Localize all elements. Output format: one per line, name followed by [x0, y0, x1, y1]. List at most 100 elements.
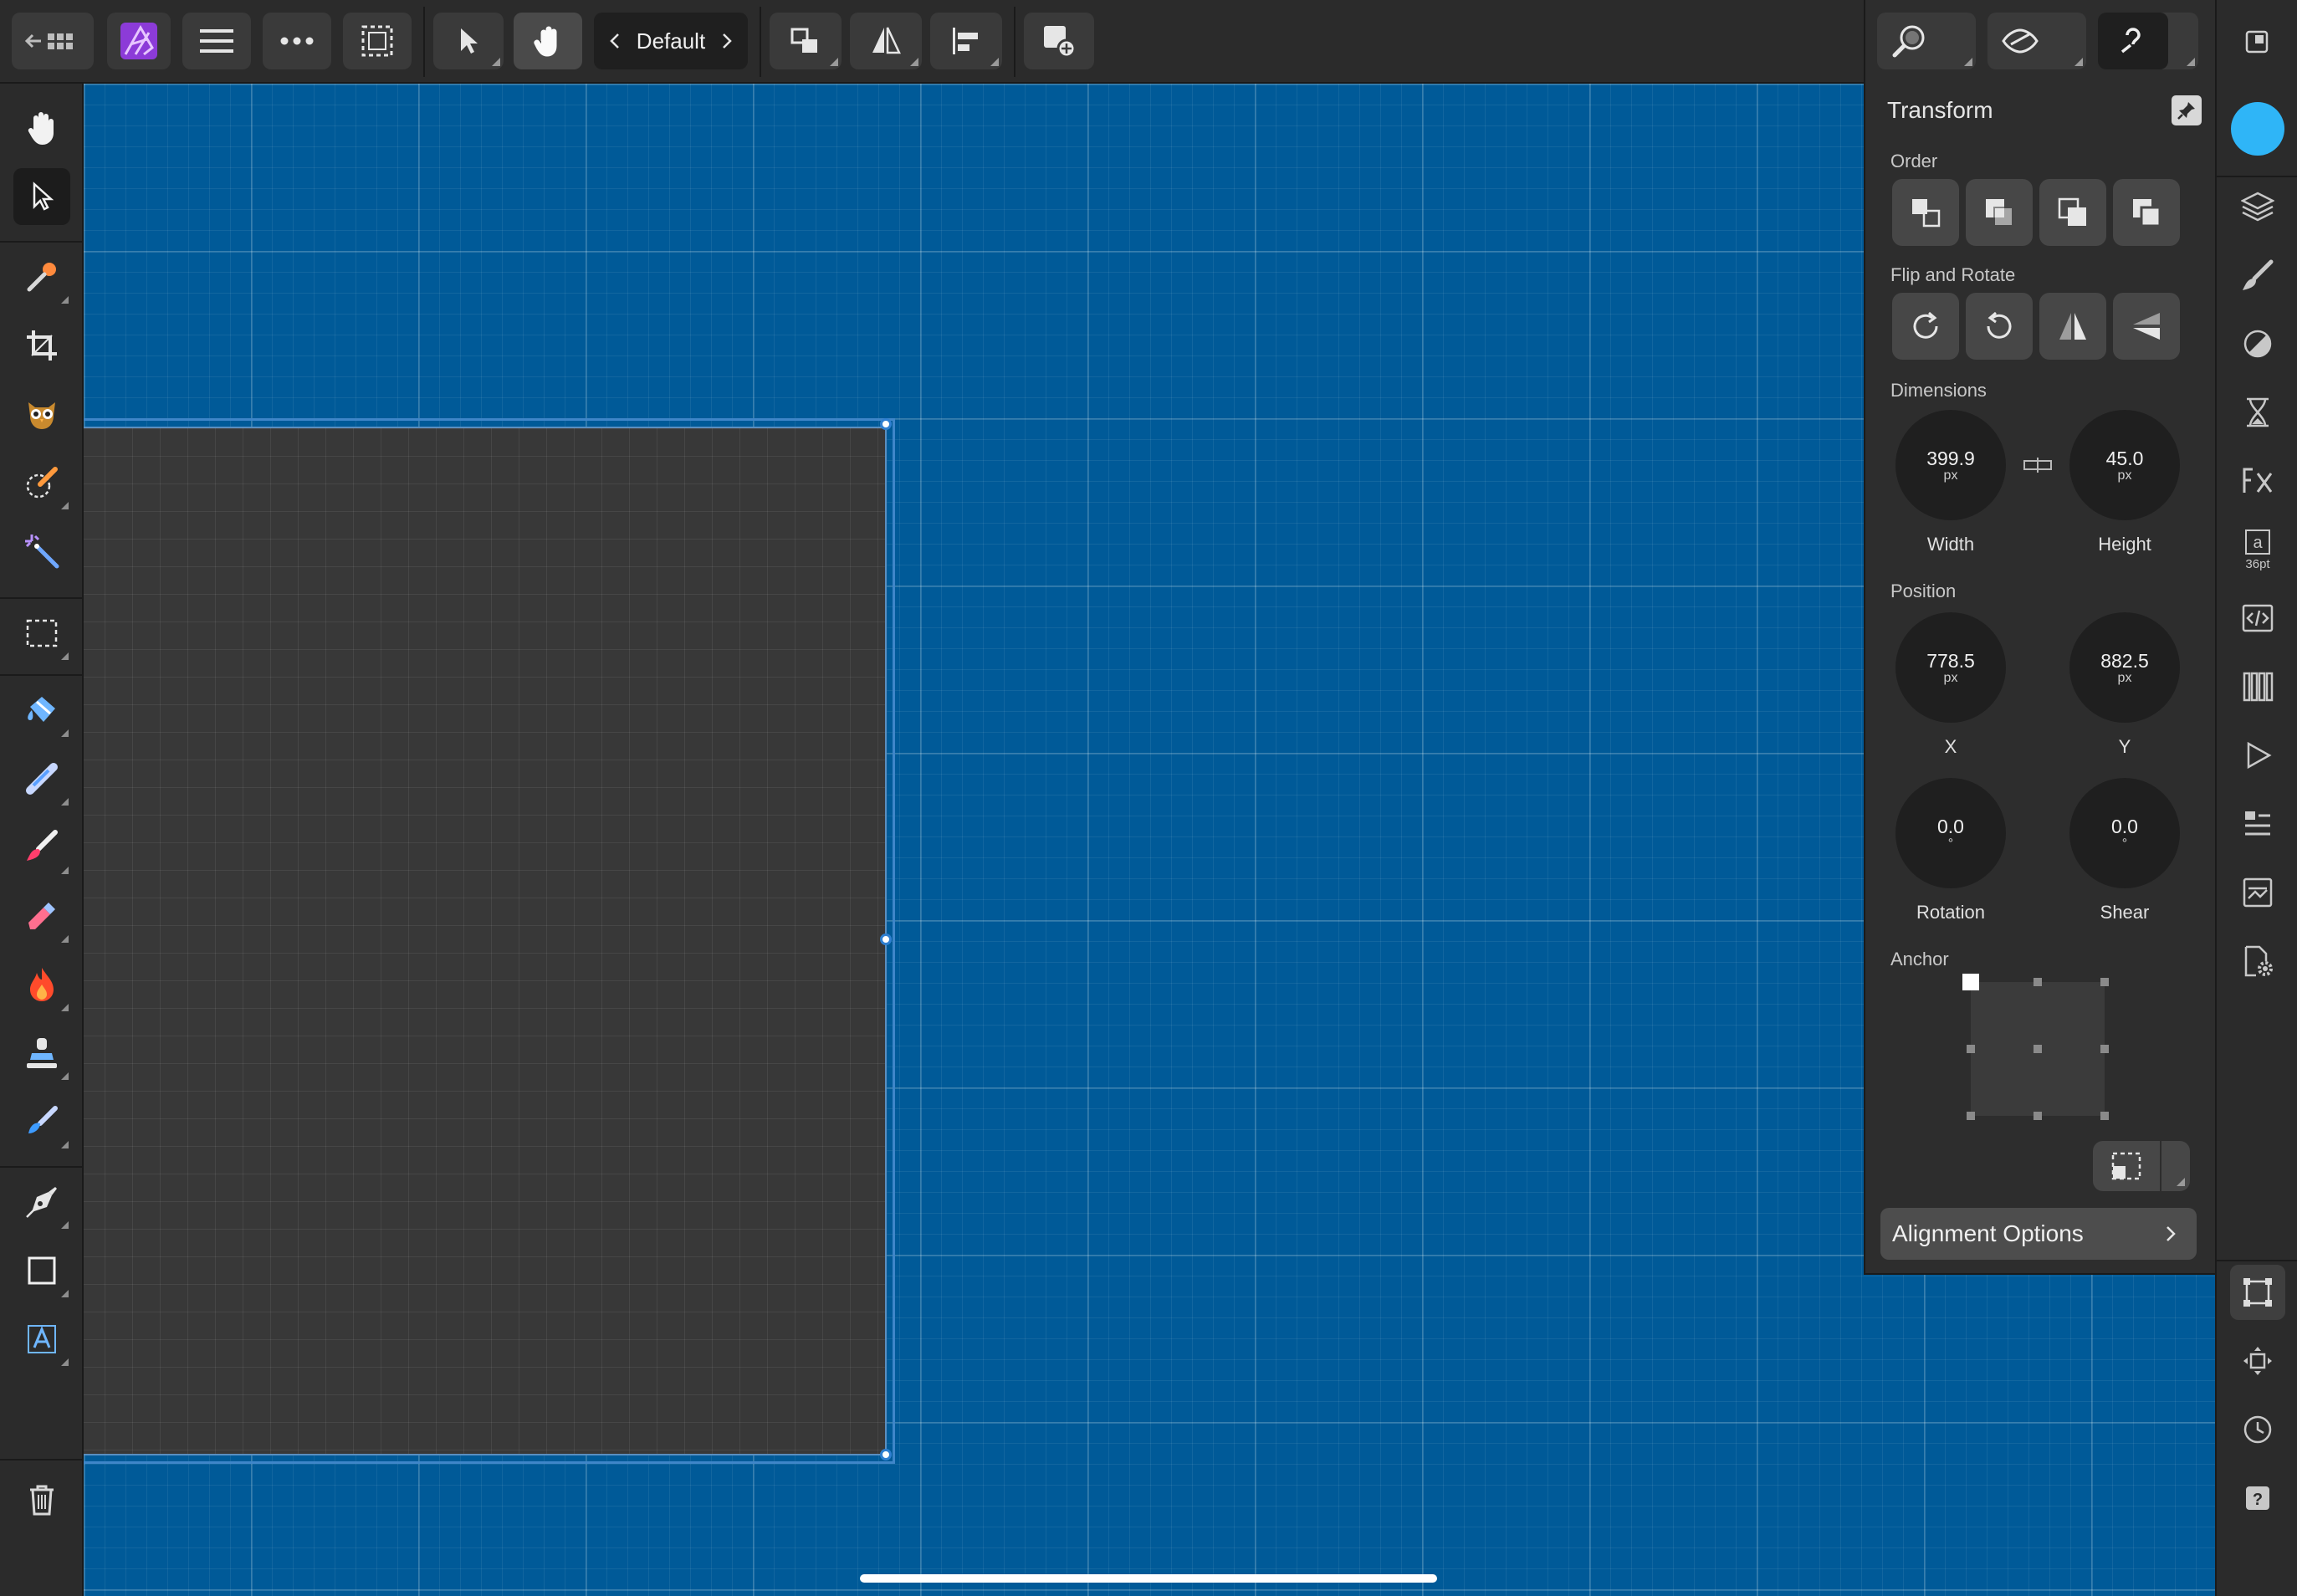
erase-brush-tool[interactable]: [13, 888, 70, 944]
channels-panel-button[interactable]: [2230, 659, 2285, 714]
align-button[interactable]: [930, 13, 1002, 69]
styles-panel-button[interactable]: [2230, 796, 2285, 852]
move-to-back-button[interactable]: [1892, 179, 1959, 246]
home-indicator[interactable]: [860, 1574, 1437, 1583]
chevron-left-icon[interactable]: [609, 32, 621, 50]
x-dial[interactable]: 778.5 px: [1895, 612, 2006, 723]
erase-icon: [28, 903, 55, 929]
paint-brush-tool[interactable]: [13, 819, 70, 876]
help-icon: ?: [2246, 1486, 2269, 1510]
transform-arrows-button[interactable]: [2230, 1333, 2285, 1389]
selected-rectangle-layer[interactable]: [84, 427, 887, 1455]
hand-tool[interactable]: [13, 100, 70, 156]
rotate-anticlockwise-button[interactable]: [1966, 293, 2033, 360]
delete-button[interactable]: [13, 1471, 70, 1528]
more-button[interactable]: [263, 13, 331, 69]
adjustments-panel-button[interactable]: [2230, 316, 2285, 371]
chevron-right-icon[interactable]: [721, 32, 733, 50]
width-dial[interactable]: 399.9 px: [1895, 410, 2006, 520]
anchor-point-left[interactable]: [1967, 1045, 1975, 1053]
y-value: 882.5: [2100, 650, 2149, 672]
rotation-dial[interactable]: 0.0 °: [1895, 778, 2006, 888]
pen-tool[interactable]: [13, 1174, 70, 1230]
document-settings-button[interactable]: [2230, 934, 2285, 989]
rectangle-tool[interactable]: [13, 1242, 70, 1299]
persona-label: Default: [636, 28, 706, 54]
clone-brush-tool[interactable]: [13, 1025, 70, 1082]
height-dial[interactable]: 45.0 px: [2069, 410, 2180, 520]
app-menu-button[interactable]: [107, 13, 171, 69]
zoom-button[interactable]: [1877, 13, 1976, 69]
back-to-gallery-button[interactable]: [12, 13, 94, 69]
aspect-lock-button[interactable]: [2023, 453, 2053, 477]
assistant-button[interactable]: [2098, 13, 2198, 69]
flip-vertical-icon: [2133, 313, 2160, 340]
brushes-panel-button[interactable]: [2230, 248, 2285, 303]
paint-mixer-tool[interactable]: [13, 750, 70, 807]
arrange-button[interactable]: [770, 13, 842, 69]
persona-switcher[interactable]: Default: [594, 13, 748, 69]
smudge-brush-tool[interactable]: [13, 1093, 70, 1150]
anchor-point-bottom-left[interactable]: [1967, 1112, 1975, 1120]
selection-mode-button[interactable]: [343, 13, 412, 69]
artistic-text-tool[interactable]: [13, 1311, 70, 1368]
y-dial[interactable]: 882.5 px: [2069, 612, 2180, 723]
pin-panel-button[interactable]: [2172, 95, 2202, 125]
add-layer-button[interactable]: [1024, 13, 1094, 69]
main-menu-button[interactable]: [182, 13, 251, 69]
liquify-persona-tool[interactable]: [13, 386, 70, 442]
window-toggle-button[interactable]: [2215, 0, 2297, 84]
channels-icon: [2243, 672, 2274, 702]
x-label: X: [1944, 736, 1957, 757]
artistic-text-icon: [28, 1325, 56, 1353]
navigator-panel-button[interactable]: [2230, 865, 2285, 920]
anchor-point-right[interactable]: [2100, 1045, 2109, 1053]
move-mode-button[interactable]: [433, 13, 504, 69]
color-picker-tool[interactable]: [13, 248, 70, 305]
flip-horizontal-button[interactable]: [2039, 293, 2106, 360]
view-mode-button[interactable]: [1987, 13, 2086, 69]
anchor-mode-button[interactable]: [2093, 1141, 2190, 1191]
shear-dial[interactable]: 0.0 °: [2069, 778, 2180, 888]
resize-handle-top-right[interactable]: [880, 418, 892, 430]
history-button[interactable]: [2230, 1402, 2285, 1457]
rotate-clockwise-button[interactable]: [1892, 293, 1959, 360]
anchor-point-top-right[interactable]: [2100, 978, 2109, 986]
crop-icon: [27, 330, 57, 361]
alignment-options-button[interactable]: Alignment Options: [1880, 1208, 2197, 1260]
flood-fill-tool[interactable]: [13, 682, 70, 739]
marquee-tool[interactable]: [13, 605, 70, 662]
resize-handle-right[interactable]: [880, 934, 892, 945]
selection-brush-tool[interactable]: [13, 454, 70, 511]
move-back-one-button[interactable]: [1966, 179, 2033, 246]
resize-handle-bottom-right[interactable]: [880, 1449, 892, 1460]
help-button[interactable]: ?: [2230, 1471, 2285, 1526]
anchor-point-center[interactable]: [2034, 1045, 2042, 1053]
code-panel-button[interactable]: [2230, 591, 2285, 646]
anchor-point-top[interactable]: [2034, 978, 2042, 986]
macro-panel-button[interactable]: [2230, 728, 2285, 783]
move-to-front-button[interactable]: [2113, 179, 2180, 246]
anchor-selector[interactable]: [1962, 974, 2109, 1120]
anchor-point-bottom[interactable]: [2034, 1112, 2042, 1120]
primary-colour-swatch[interactable]: [2231, 102, 2284, 156]
move-forward-one-button[interactable]: [2039, 179, 2106, 246]
assistant-toggle[interactable]: [2098, 13, 2168, 69]
transform-panel-button[interactable]: [2230, 1265, 2285, 1320]
touch-mode-button[interactable]: [514, 13, 582, 69]
character-panel-button[interactable]: a 36pt: [2230, 522, 2285, 577]
flip-vertical-button[interactable]: [2113, 293, 2180, 360]
anchor-point-bottom-right[interactable]: [2100, 1112, 2109, 1120]
fx-panel-button[interactable]: [2230, 453, 2285, 509]
anchor-mode-toggle[interactable]: [2093, 1141, 2161, 1191]
anchor-point-top-left-selected[interactable]: [1962, 974, 1979, 990]
flip-button[interactable]: [850, 13, 922, 69]
move-tool[interactable]: [13, 168, 70, 225]
crop-tool[interactable]: [13, 317, 70, 374]
layers-panel-button[interactable]: [2230, 179, 2285, 234]
history-panel-button[interactable]: [2230, 385, 2285, 440]
burn-brush-tool[interactable]: [13, 956, 70, 1013]
flood-select-tool[interactable]: [13, 523, 70, 580]
back-grid-icon: [24, 33, 73, 49]
styles-icon: [2245, 811, 2270, 836]
